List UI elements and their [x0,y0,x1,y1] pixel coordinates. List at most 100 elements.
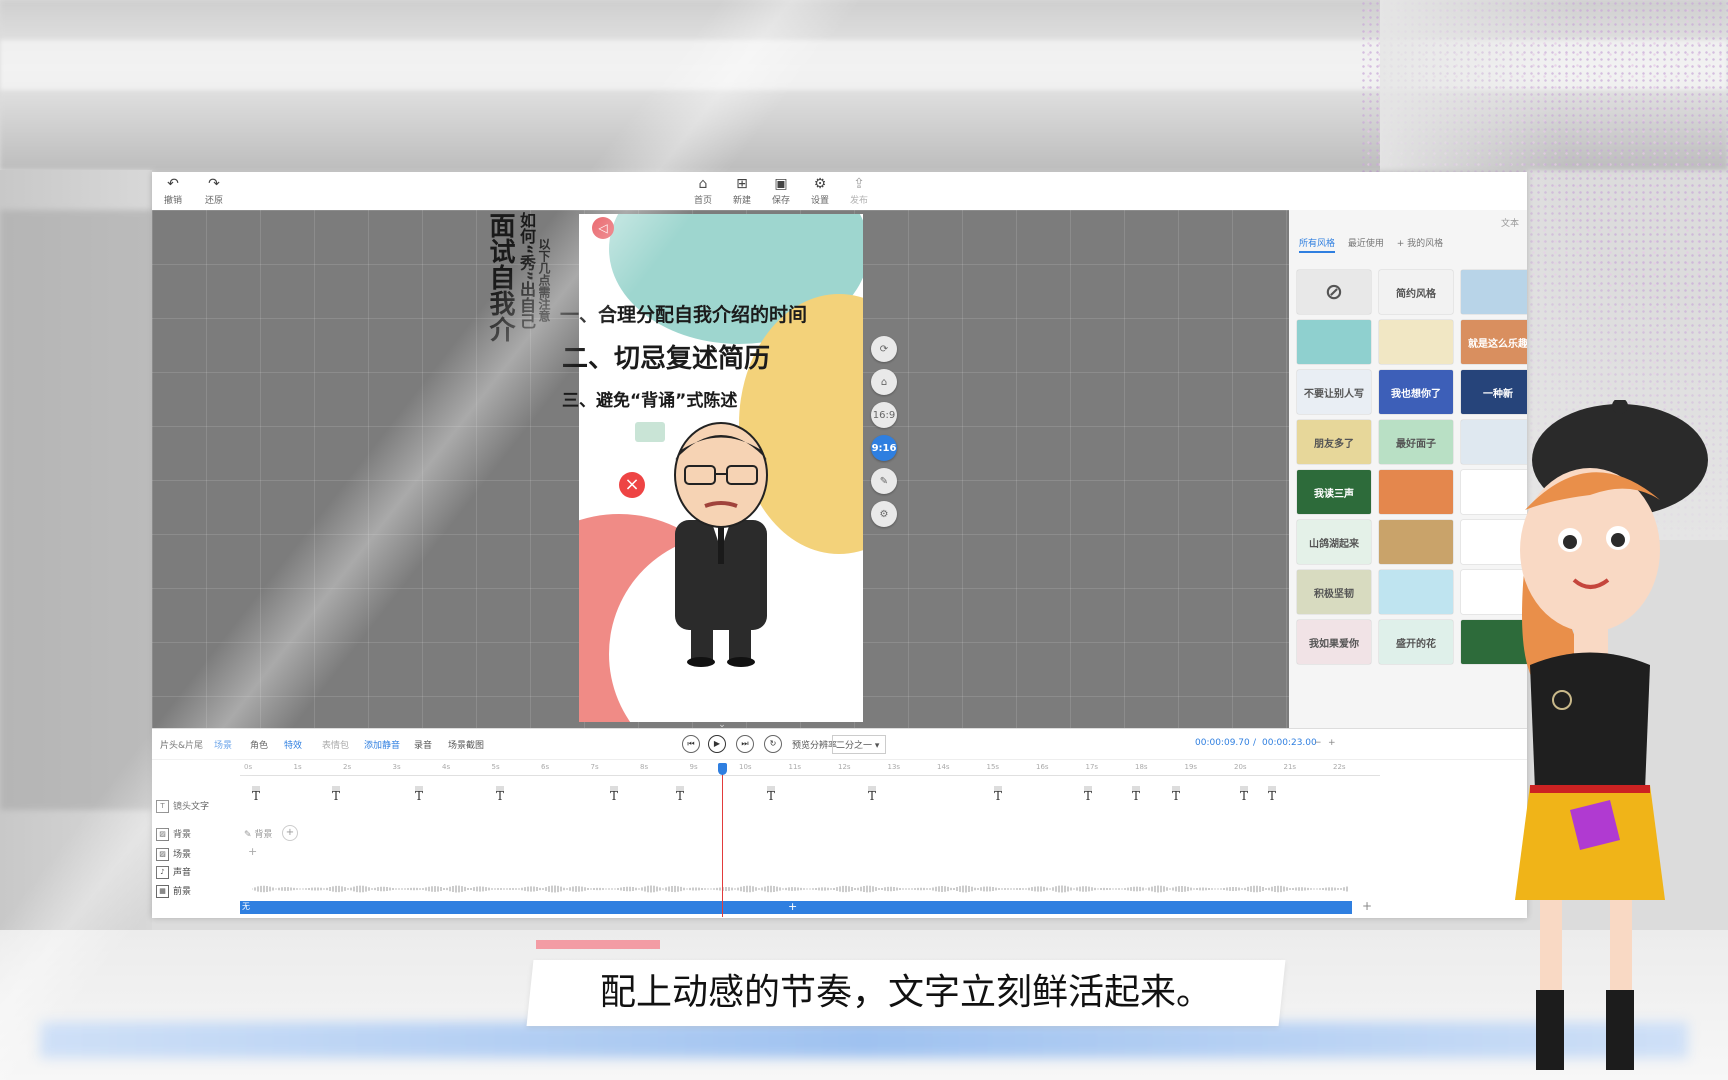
tab-recent[interactable]: 最近使用 [1348,239,1384,249]
template-thumbnail[interactable]: 山鸽湖起来 [1297,520,1371,564]
home-button[interactable]: ⌂ 首页 [686,175,720,206]
edit-icon[interactable]: ✎ [871,468,897,494]
template-thumbnail[interactable] [1379,570,1453,614]
template-thumbnail[interactable]: 简约风格 [1379,270,1453,314]
add-scene-icon[interactable]: + [248,845,257,858]
template-thumbnail[interactable] [1461,270,1527,314]
save-button[interactable]: ▣ 保存 [764,175,798,206]
tab-role[interactable]: 角色 [250,738,268,751]
stage-canvas[interactable]: 面试自我介 如何“秀”出自己 以下几点需注意 × 一、合理分配自我介绍的时间 二… [152,210,1289,728]
ruler-tick-label: 18s [1135,763,1148,771]
settings-icon[interactable]: ⚙ [871,501,897,527]
time-separator: / [1253,738,1257,748]
timeline: 片头&片尾 场景 角色 特效 表情包 添加静音 录音 场景截图 ⏮ ▶ ⏭ ↻ … [152,728,1527,918]
redo-button[interactable]: ↷ 还原 [197,175,231,206]
no-template-icon[interactable]: ⊘ [1297,270,1371,314]
template-thumbnail[interactable] [1379,470,1453,514]
playhead[interactable] [718,763,727,917]
collapse-chevron-icon[interactable]: ⌄ [712,720,732,728]
tab-all-styles[interactable]: 所有风格 [1299,239,1336,253]
timeline-toolbar: 片头&片尾 场景 角色 特效 表情包 添加静音 录音 场景截图 ⏮ ▶ ⏭ ↻ … [152,729,1527,760]
text-clip-icon[interactable]: T [1234,786,1254,803]
template-thumbnail[interactable]: 我如果爱你 [1297,620,1371,664]
ruler-tick-label: 1s [293,763,302,771]
tab-scene-screenshot[interactable]: 场景截图 [448,738,484,751]
template-thumbnail[interactable] [1297,320,1371,364]
text-clip-icon[interactable]: T [1126,786,1146,803]
template-thumbnail[interactable]: 最好面子 [1379,420,1453,464]
time-ruler[interactable]: 0s 1s 2s 3s 4s 5s 6s 7s 8s 9s 10s 11s 12s 13s 14s 15s 16… [240,761,1380,776]
text-clip-icon[interactable]: T [1262,786,1282,803]
ruler-tick-label: 14s [937,763,950,771]
publish-icon: ⇪ [853,176,865,192]
template-thumbnail[interactable]: 就是这么乐趣 [1461,320,1527,364]
foreground-bar[interactable]: 无 + [240,900,1352,914]
track-label-sound: ♪ 声音 [156,865,191,879]
background-chip[interactable]: ✎ 背景 [244,827,272,840]
ratio-9-16-button[interactable]: 9:16 [871,435,897,461]
text-clip-icon[interactable]: T [988,786,1008,803]
add-background-icon[interactable]: + [282,825,298,841]
text-clip-icon[interactable]: T [604,786,624,803]
ruler-tick-label: 13s [887,763,901,771]
text-clip-icon[interactable]: T [1078,786,1098,803]
home-icon: ⌂ [698,176,708,192]
template-thumbnail[interactable]: 我读三声 [1297,470,1371,514]
tab-my-styles[interactable]: + 我的风格 [1397,239,1443,249]
tab-intro-outro[interactable]: 片头&片尾 [160,738,203,751]
ruler-tick-label: 21s [1283,763,1297,771]
rotate-icon[interactable]: ⟳ [871,336,897,362]
tab-emoji[interactable]: 表情包 [322,738,349,751]
template-thumbnail[interactable]: 盛开的花 [1379,620,1453,664]
redo-icon: ↷ [208,176,220,192]
add-keyframe-icon[interactable]: + [788,900,797,913]
zoom-in-icon[interactable]: + [1328,738,1336,748]
close-icon[interactable]: × [619,472,645,498]
settings-button[interactable]: ⚙ 设置 [803,175,837,206]
warning-marker-icon: ◁ [592,217,614,239]
lock-icon[interactable]: ⌂ [871,369,897,395]
play-icon[interactable]: ▶ [708,735,726,753]
editor-window: ↶ 撤销 ↷ 还原 ⌂ 首页 ⊞ 新建 ▣ 保存 ⚙ 设置 ⇪ 发布 面试自我介… [152,172,1527,918]
track-label-text: T 镜头文字 [156,799,209,813]
template-thumbnail[interactable] [1379,520,1453,564]
text-clip-icon[interactable]: T [862,786,882,803]
template-thumbnail[interactable]: 积极坚韧 [1297,570,1371,614]
tab-add-silence[interactable]: 添加静音 [364,738,400,751]
undo-button[interactable]: ↶ 撤销 [156,175,190,206]
canvas-side-tools: ⟳ ⌂ 16:9 9:16 ✎ ⚙ [871,336,901,534]
replay-icon[interactable]: ↻ [764,735,782,753]
scene-card[interactable]: × [579,214,863,722]
tab-effects[interactable]: 特效 [284,738,302,751]
tab-record[interactable]: 录音 [414,738,432,751]
decorative-pink-bar [536,940,660,949]
previous-icon[interactable]: ⏮ [682,735,700,753]
text-clip-icon[interactable]: T [326,786,346,803]
zoom-out-icon[interactable]: − [1314,738,1322,748]
text-clip-icon[interactable]: T [490,786,510,803]
host-character-illustration [1515,400,1708,1070]
publish-button[interactable]: ⇪ 发布 [842,175,876,206]
ratio-16-9-button[interactable]: 16:9 [871,402,897,428]
ruler-tick-label: 16s [1036,763,1049,771]
add-track-icon[interactable]: + [1362,899,1372,913]
subtitle-text: 配上动感的节奏，文字立刻鲜活起来。 [599,972,1212,1013]
audio-waveform[interactable] [252,885,1350,893]
text-clip-icon[interactable]: T [1166,786,1186,803]
next-icon[interactable]: ⏭ [736,735,754,753]
template-thumbnail[interactable]: 我也想你了 [1379,370,1453,414]
text-clip-icon[interactable]: T [246,786,266,803]
cartoon-man-illustration [674,422,768,667]
new-button[interactable]: ⊞ 新建 [725,175,759,206]
chat-bubble-icon [635,422,665,442]
ruler-tick-label: 2s [343,763,352,771]
template-thumbnail[interactable]: 朋友多了 [1297,420,1371,464]
text-clip-icon[interactable]: T [409,786,429,803]
text-clip-icon[interactable]: T [761,786,781,803]
tab-scene[interactable]: 场景 [214,738,232,751]
template-thumbnail[interactable]: 不要让别人写 [1297,370,1371,414]
preview-resolution-select[interactable]: 二分之一 ▾ [832,735,887,754]
template-thumbnail[interactable] [1379,320,1453,364]
text-clip-icon[interactable]: T [670,786,690,803]
panel-header: 文本 [1500,219,1519,229]
